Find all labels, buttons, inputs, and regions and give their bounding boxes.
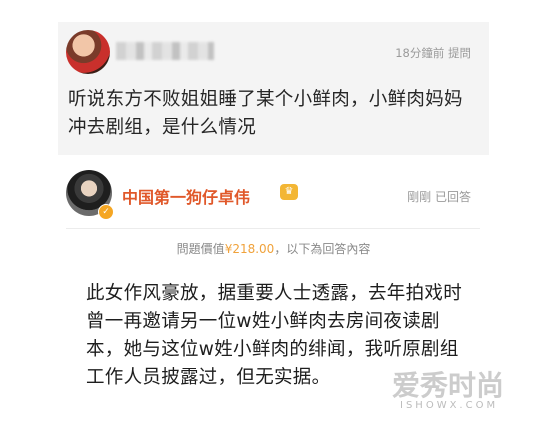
user-avatar-icon[interactable] xyxy=(66,30,110,74)
price-line: 問題價值¥218.00，以下為回答內容 xyxy=(58,240,489,257)
question-timestamp: 18分鐘前 提問 xyxy=(395,46,471,60)
vip-badge-icon: ♛ xyxy=(280,184,298,200)
watermark: 爱秀时尚 ISHOWX.COM xyxy=(392,364,532,418)
question-text: 听说东方不败姐姐睡了某个小鲜肉，小鲜肉妈妈冲去剧组，是什么情况 xyxy=(68,89,463,138)
price-value: ¥218.00 xyxy=(224,242,275,256)
blurred-username xyxy=(116,42,214,60)
price-prefix: 問題價值 xyxy=(176,242,225,256)
answer-status: 剛剛 已回答 xyxy=(407,190,471,204)
divider xyxy=(66,228,480,229)
watermark-url: ISHOWX.COM xyxy=(400,400,499,411)
question-card: 18分鐘前 提問 听说东方不败姐姐睡了某个小鲜肉，小鲜肉妈妈冲去剧组，是什么情况 xyxy=(58,22,489,155)
watermark-title: 爱秀时尚 xyxy=(392,369,505,402)
price-suffix: ，以下為回答內容 xyxy=(274,242,371,256)
answerer-name[interactable]: 中国第一狗仔卓伟 xyxy=(122,184,250,208)
verified-badge-icon: ✓ xyxy=(98,204,114,220)
